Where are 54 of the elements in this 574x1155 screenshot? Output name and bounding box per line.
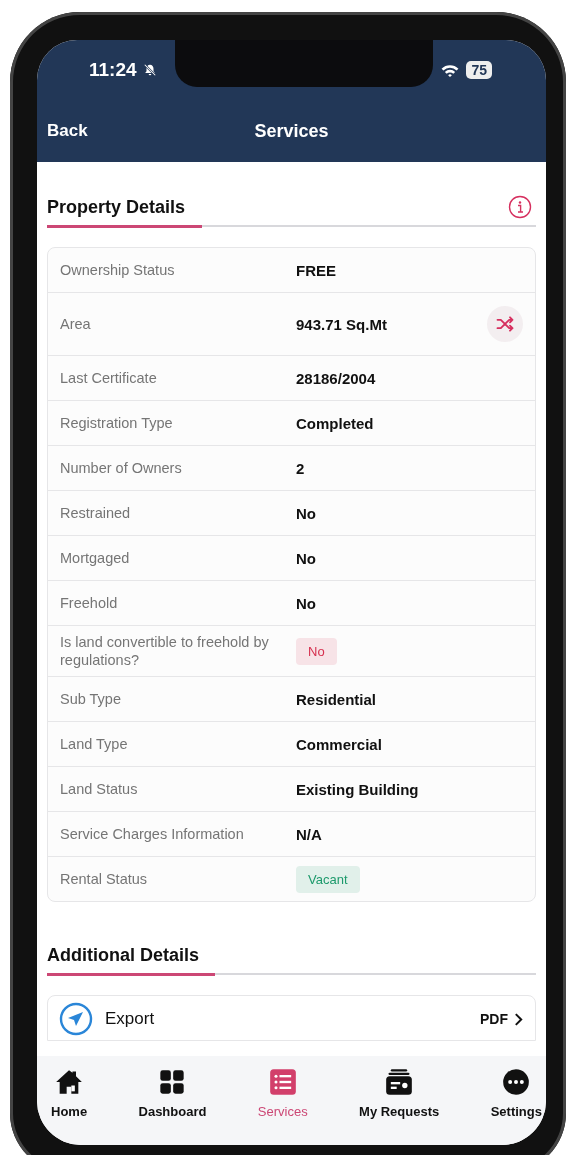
tab-bar-item[interactable]: Settings xyxy=(490,1062,542,1145)
field-value: No xyxy=(296,594,317,612)
grid-icon xyxy=(158,1068,187,1096)
paper-plane-icon xyxy=(59,1002,93,1037)
screen-title: Services xyxy=(254,120,329,142)
more-icon xyxy=(502,1068,531,1096)
bell-slash-icon xyxy=(142,63,157,77)
export-format: PDF xyxy=(480,1011,508,1028)
field-value: FREE xyxy=(296,261,337,279)
field-label: Restrained xyxy=(60,503,132,523)
field-label: Is land convertible to freehold by regulations? xyxy=(60,633,270,671)
field-label: Freehold xyxy=(60,593,119,613)
tab-bar-item[interactable]: Home xyxy=(51,1062,88,1145)
field-label: Sub Type xyxy=(60,690,122,710)
field-label: Registration Type xyxy=(60,413,174,433)
field-label: Area xyxy=(60,314,92,334)
field-label: Last Certificate xyxy=(60,368,158,388)
status-badge: Vacant xyxy=(296,865,360,893)
home-icon xyxy=(55,1068,84,1096)
field-value: N/A xyxy=(296,825,323,843)
battery-level: 75 xyxy=(466,61,492,79)
wifi-icon xyxy=(440,62,461,78)
list-icon xyxy=(268,1068,297,1096)
field-label: Land Status xyxy=(60,780,139,800)
field-label: Land Type xyxy=(60,735,129,755)
info-icon[interactable] xyxy=(508,195,532,219)
export-label: Export xyxy=(105,1009,156,1030)
status-badge: No xyxy=(296,637,337,665)
wallet-icon xyxy=(385,1068,414,1096)
field-label: Service Charges Information xyxy=(60,825,245,845)
field-value: Residential xyxy=(296,690,378,708)
field-value: No xyxy=(296,549,317,567)
field-value: No xyxy=(296,504,317,522)
status-time: 11:24 xyxy=(89,59,137,81)
field-label: Rental Status xyxy=(60,870,149,890)
field-value: 943.71 Sq.Mt xyxy=(296,315,388,333)
field-label: Ownership Status xyxy=(60,260,176,280)
export-row[interactable]: Export PDF xyxy=(47,995,536,1042)
field-value: 2 xyxy=(296,459,306,477)
tab-bar-item[interactable]: Dashboard xyxy=(138,1062,207,1145)
field-value: Existing Building xyxy=(296,780,420,798)
chevron-right-icon xyxy=(514,1011,523,1027)
field-label: Mortgaged xyxy=(60,548,131,568)
field-value: 28186/2004 xyxy=(296,369,377,387)
field-value: Commercial xyxy=(296,735,383,753)
section-title: Property Details xyxy=(47,196,186,218)
field-label: Number of Owners xyxy=(60,458,183,478)
tab-bar-item[interactable]: Services xyxy=(257,1062,308,1145)
field-value: Completed xyxy=(296,414,375,432)
back-button[interactable]: Back xyxy=(47,121,88,141)
section-title: Additional Details xyxy=(47,944,199,966)
shuffle-icon xyxy=(495,314,515,334)
shuffle-button[interactable] xyxy=(487,306,523,342)
tab-bar-item[interactable]: My Requests xyxy=(359,1062,440,1145)
